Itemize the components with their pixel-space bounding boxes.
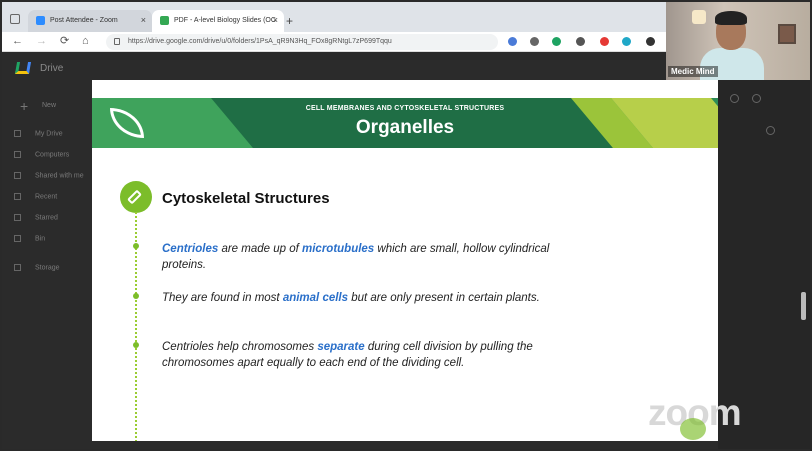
home-button[interactable]: ⌂	[82, 35, 89, 48]
browser-tab-bar: Post Attendee - Zoom × PDF - A-level Bio…	[2, 2, 666, 32]
slide-top-margin	[92, 80, 718, 98]
slide-subtitle: CELL MEMBRANES AND CYTOSKELETAL STRUCTUR…	[305, 105, 505, 112]
info-icon[interactable]	[752, 94, 761, 103]
extension-icon[interactable]	[646, 37, 655, 46]
video-participant-tile[interactable]: Medic Mind	[666, 2, 810, 80]
bullet-text-part: but are only present in certain plants.	[348, 292, 540, 304]
scrollbar-thumb[interactable]	[801, 292, 806, 320]
tab-label: PDF - A-level Biology Slides (OC	[174, 17, 276, 24]
sidebar-item-starred[interactable]: Starred	[14, 214, 58, 221]
bullet-dot	[133, 342, 139, 348]
bullet-text: They are found in most animal cells but …	[162, 290, 552, 306]
extension-icon[interactable]	[552, 37, 561, 46]
video-picture-frame	[778, 24, 796, 44]
grid-view-icon[interactable]	[730, 94, 739, 103]
close-tab-icon[interactable]: ×	[141, 16, 146, 25]
bullet-text-part: They are found in most	[162, 292, 283, 304]
cloud-icon	[14, 264, 21, 271]
new-button[interactable]: New	[42, 102, 56, 109]
drive-sidebar: Drive + New My Drive Computers Shared wi…	[2, 52, 92, 449]
zoom-favicon-icon	[36, 16, 45, 25]
people-icon	[14, 172, 21, 179]
new-tab-button[interactable]: +	[286, 15, 293, 27]
star-icon	[14, 214, 21, 221]
extension-icon[interactable]	[508, 37, 517, 46]
video-lamp	[692, 10, 706, 24]
pdf-slide: CELL MEMBRANES AND CYTOSKELETAL STRUCTUR…	[92, 80, 718, 441]
slide-title: Organelles	[355, 117, 455, 138]
highlighted-term: animal cells	[282, 292, 349, 304]
slide-banner: CELL MEMBRANES AND CYTOSKELETAL STRUCTUR…	[92, 98, 718, 148]
highlighted-term: microtubules	[302, 243, 375, 255]
address-bar[interactable]: https://drive.google.com/drive/u/0/folde…	[106, 34, 498, 50]
url-text: https://drive.google.com/drive/u/0/folde…	[128, 38, 392, 45]
cursor-highlight	[680, 418, 706, 440]
sidebar-item-computers[interactable]: Computers	[14, 151, 69, 158]
sidebar-item-recent[interactable]: Recent	[14, 193, 57, 200]
clock-icon	[14, 193, 21, 200]
extension-icon[interactable]	[622, 37, 631, 46]
sidebar-item-shared[interactable]: Shared with me	[14, 172, 84, 179]
bullet-dot	[133, 293, 139, 299]
trash-icon	[14, 235, 21, 242]
sidebar-item-storage[interactable]: Storage	[14, 264, 60, 271]
bullet-text-part: are made up of	[218, 243, 302, 255]
extension-icon[interactable]	[600, 37, 609, 46]
extension-icon[interactable]	[576, 37, 585, 46]
pencil-icon	[120, 181, 152, 213]
sidebar-item-bin[interactable]: Bin	[14, 235, 45, 242]
bullet-text-part: Centrioles help chromosomes	[162, 341, 318, 353]
browser-toolbar: ← → ⟳ ⌂ https://drive.google.com/drive/u…	[2, 32, 666, 52]
computer-icon	[14, 151, 21, 158]
bullet-dot	[133, 243, 139, 249]
highlighted-term: Centrioles	[162, 243, 219, 255]
sidebar-item-my-drive[interactable]: My Drive	[14, 130, 63, 137]
calendar-icon[interactable]	[766, 126, 775, 135]
back-button[interactable]: ←	[12, 35, 23, 48]
bullet-text: Centrioles help chromosomes separate dur…	[162, 339, 552, 371]
drive-title: Drive	[40, 63, 64, 74]
new-icon[interactable]: +	[20, 98, 28, 114]
tab-pdf[interactable]: PDF - A-level Biology Slides (OC ×	[152, 10, 284, 32]
reload-button[interactable]: ⟳	[60, 35, 69, 48]
section-heading: Cytoskeletal Structures	[162, 190, 330, 207]
bullet-text: Centrioles are made up of microtubules w…	[162, 241, 552, 273]
lock-icon	[114, 38, 120, 45]
forward-button[interactable]: →	[36, 35, 47, 48]
extension-icon[interactable]	[530, 37, 539, 46]
tab-label: Post Attendee - Zoom	[50, 17, 118, 24]
tab-zoom[interactable]: Post Attendee - Zoom ×	[28, 10, 152, 32]
video-person-hair	[715, 11, 747, 25]
folder-icon	[14, 130, 21, 137]
highlighted-term: separate	[317, 341, 365, 353]
participant-name: Medic Mind	[668, 66, 718, 77]
drive-logo-icon	[14, 62, 32, 74]
drive-favicon-icon	[160, 16, 169, 25]
tab-actions-icon[interactable]	[10, 14, 20, 24]
close-tab-icon[interactable]: ×	[273, 16, 278, 25]
